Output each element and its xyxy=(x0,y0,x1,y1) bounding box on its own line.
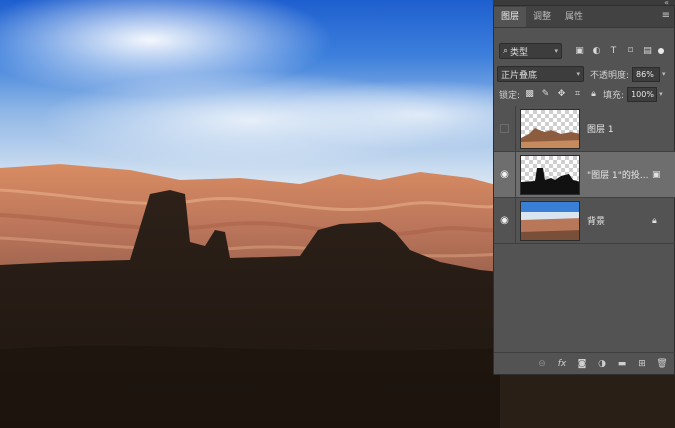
visibility-toggle[interactable] xyxy=(494,106,516,151)
layers-panel: 图层 调整 属性 ≡ ⌕ 类型 ▾ ▣ ◐ T ⌑ ▤ 正片叠底 ▾ 不透明度:… xyxy=(493,5,675,375)
blend-mode-value: 正片叠底 xyxy=(501,70,538,81)
layers-list: 图层 1 ◉ "图层 1"的投... ▣ ◉ 背景 🔒︎ xyxy=(494,106,675,244)
eye-icon: ◉ xyxy=(500,215,509,226)
opacity-field[interactable]: 86% xyxy=(632,66,661,82)
hidden-eye-icon xyxy=(500,124,509,133)
layers-bottom-bar: ⊖ fx ◙ ◑ ▬ ⊞ 🗑︎ xyxy=(494,352,675,374)
fill-chevron-icon[interactable]: ▾ xyxy=(659,90,663,98)
add-mask-icon[interactable]: ◙ xyxy=(576,358,588,370)
fill-field[interactable]: 100% xyxy=(627,86,658,102)
lock-artboard-icon[interactable]: ⌗ xyxy=(572,89,583,100)
lock-row: 锁定: ▩ ✎ ✥ ⌗ 🔒︎ 填充: 100% ▾ xyxy=(494,86,675,102)
visibility-toggle[interactable]: ◉ xyxy=(494,198,516,243)
adjustment-filter-icon[interactable]: ◐ xyxy=(591,46,602,57)
tab-adjustments[interactable]: 调整 xyxy=(526,7,558,27)
chevron-down-icon: ▾ xyxy=(554,47,558,55)
filter-kind-select[interactable]: ⌕ 类型 ▾ xyxy=(499,43,562,59)
fill-label: 填充: xyxy=(603,90,625,101)
tab-properties[interactable]: 属性 xyxy=(558,7,590,27)
opacity-chevron-icon[interactable]: ▾ xyxy=(662,70,666,78)
lock-label: 锁定: xyxy=(499,90,521,101)
panel-menu-icon[interactable]: ≡ xyxy=(662,10,670,21)
tab-layers[interactable]: 图层 xyxy=(494,7,527,27)
pixel-filter-icon[interactable]: ▣ xyxy=(574,46,585,57)
lock-image-icon[interactable]: ✎ xyxy=(540,89,551,100)
lock-icon: 🔒︎ xyxy=(652,216,657,226)
new-layer-icon[interactable]: ⊞ xyxy=(636,358,648,370)
fill-value: 100% xyxy=(631,89,654,99)
layer-name[interactable]: 图层 1 xyxy=(587,122,614,135)
panel-tabs: 图层 调整 属性 ≡ xyxy=(494,6,674,28)
smart-object-filter-icon[interactable]: ▤ xyxy=(642,46,653,57)
layer-thumbnail xyxy=(520,108,580,149)
fx-icon[interactable]: fx xyxy=(556,358,568,370)
shape-filter-icon[interactable]: ⌑ xyxy=(625,46,636,57)
chevron-down-icon: ▾ xyxy=(576,70,580,78)
opacity-label: 不透明度: xyxy=(590,70,630,81)
layer-row[interactable]: ◉ "图层 1"的投... ▣ xyxy=(494,152,675,198)
group-folder-icon[interactable]: ▬ xyxy=(616,358,628,370)
layer-row[interactable]: ◉ 背景 🔒︎ xyxy=(494,198,675,244)
lock-position-icon[interactable]: ✥ xyxy=(556,89,567,100)
opacity-value: 86% xyxy=(636,69,654,79)
filter-kind-label: 类型 xyxy=(510,47,529,58)
adjustment-layer-icon[interactable]: ◑ xyxy=(596,358,608,370)
layer-filter-row: ⌕ 类型 ▾ ▣ ◐ T ⌑ ▤ xyxy=(494,42,675,60)
lock-all-icon[interactable]: 🔒︎ xyxy=(588,89,599,100)
layer-row[interactable]: 图层 1 xyxy=(494,106,675,152)
search-icon: ⌕ xyxy=(503,46,509,56)
type-filter-icon[interactable]: T xyxy=(608,46,619,57)
blend-row: 正片叠底 ▾ 不透明度: 86% ▾ xyxy=(494,65,675,83)
visibility-toggle[interactable]: ◉ xyxy=(494,152,516,197)
layer-thumbnail xyxy=(520,200,580,241)
delete-layer-icon[interactable]: 🗑︎ xyxy=(656,358,668,370)
smart-object-badge-icon: ▣ xyxy=(652,170,661,180)
layer-name[interactable]: "图层 1"的投... xyxy=(587,168,648,181)
lock-transparent-icon[interactable]: ▩ xyxy=(524,89,535,100)
layer-name[interactable]: 背景 xyxy=(587,214,605,227)
link-layers-icon[interactable]: ⊖ xyxy=(536,358,548,370)
filter-toggle-icon[interactable] xyxy=(658,48,664,54)
blend-mode-select[interactable]: 正片叠底 ▾ xyxy=(497,66,584,82)
eye-icon: ◉ xyxy=(500,169,509,180)
layer-thumbnail xyxy=(520,154,580,195)
